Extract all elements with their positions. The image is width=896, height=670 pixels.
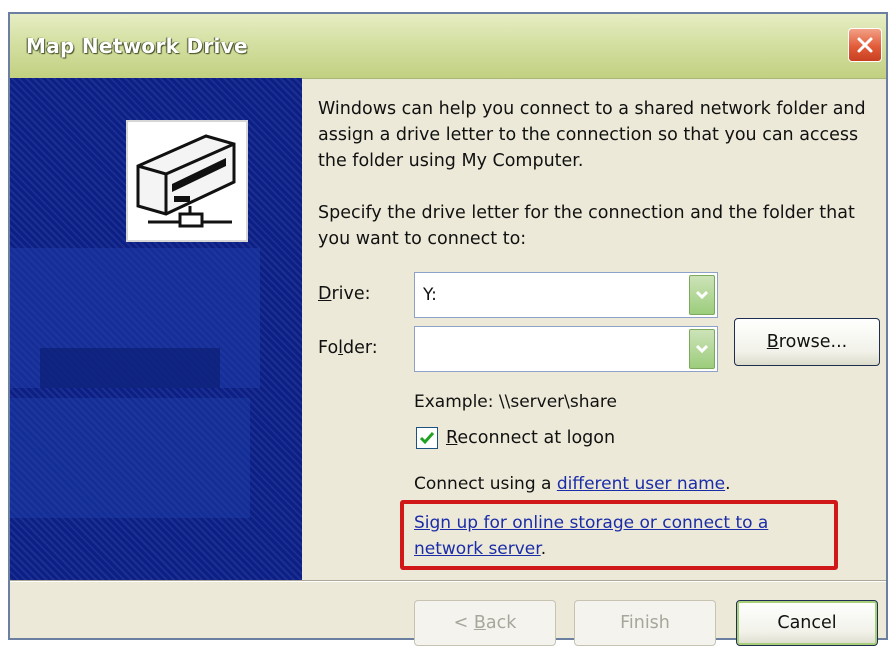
window-title: Map Network Drive	[26, 34, 248, 58]
banner-shape	[10, 398, 250, 518]
instructions-text: Specify the drive letter for the connect…	[318, 203, 855, 249]
close-icon	[857, 37, 873, 53]
different-user-name-link[interactable]: different user name	[557, 474, 725, 494]
close-button[interactable]	[848, 28, 882, 62]
title-bar[interactable]: Map Network Drive	[10, 14, 886, 79]
finish-button[interactable]: Finish	[574, 600, 716, 646]
browse-button[interactable]: Browse...	[734, 318, 880, 366]
drive-select[interactable]: Y:	[414, 272, 718, 318]
folder-label: Folder:	[318, 338, 378, 358]
highlight-box	[400, 500, 838, 570]
side-banner	[10, 78, 302, 580]
example-text: Example: \\server\share	[414, 392, 618, 412]
drive-dropdown-button[interactable]	[689, 275, 715, 315]
connect-using-text: Connect using a different user name.	[414, 474, 731, 494]
drive-value: Y:	[423, 285, 437, 305]
drive-label: Drive:	[318, 284, 371, 304]
cancel-button[interactable]: Cancel	[736, 600, 878, 646]
chevron-down-icon	[696, 290, 708, 300]
banner-shape	[40, 348, 220, 388]
checkmark-icon	[419, 432, 435, 445]
network-drive-icon	[126, 120, 248, 242]
folder-combobox[interactable]	[414, 326, 718, 372]
back-button[interactable]: < Back	[414, 600, 556, 646]
chevron-down-icon	[696, 344, 708, 354]
reconnect-label[interactable]: Reconnect at logon	[446, 428, 615, 448]
map-network-drive-dialog: Map Network Drive Windows can help you c…	[8, 12, 888, 646]
reconnect-checkbox[interactable]	[416, 427, 438, 449]
intro-text: Windows can help you connect to a shared…	[318, 99, 866, 171]
folder-dropdown-button[interactable]	[689, 329, 715, 369]
footer-separator	[10, 580, 886, 582]
